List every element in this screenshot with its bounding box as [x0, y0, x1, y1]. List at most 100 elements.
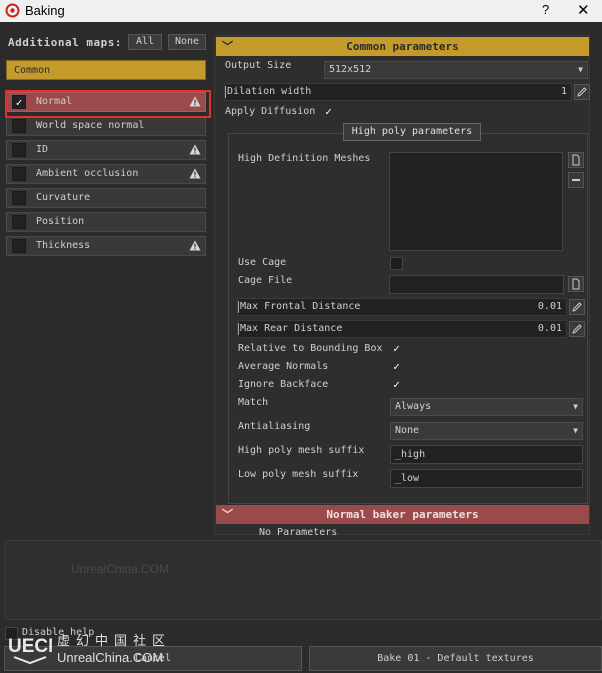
match-dropdown[interactable]: Always ▼ [390, 398, 583, 416]
dilation-width-value: 1 [560, 86, 567, 97]
high-def-meshes-label: High Definition Meshes [238, 153, 371, 164]
high-suffix-field[interactable]: _high [390, 445, 583, 464]
use-cage-checkbox[interactable] [390, 257, 403, 270]
app-logo-icon [5, 3, 20, 18]
map-checkbox[interactable] [12, 119, 26, 133]
maps-panel: Additional maps: All None Common ✓ Normal… [0, 22, 212, 537]
cage-file-label: Cage File [238, 275, 293, 286]
match-value: Always [395, 401, 432, 412]
common-item[interactable]: Common [6, 60, 206, 80]
pencil-icon [572, 324, 582, 334]
edit-max-frontal-button[interactable] [569, 299, 585, 315]
map-checkbox[interactable] [12, 239, 26, 253]
additional-maps-label: Additional maps: [8, 36, 122, 49]
map-item[interactable]: Curvature [6, 188, 206, 208]
browse-cage-button[interactable] [568, 276, 584, 292]
antialiasing-dropdown[interactable]: None ▼ [390, 422, 583, 440]
map-item-label: Position [36, 216, 85, 227]
high-suffix-label: High poly mesh suffix [238, 445, 365, 456]
apply-diffusion-label: Apply Diffusion [225, 106, 316, 117]
low-suffix-label: Low poly mesh suffix [238, 469, 359, 480]
warning-icon [189, 168, 201, 179]
slider-handle[interactable] [225, 86, 226, 98]
antialiasing-label: Antialiasing [238, 421, 311, 432]
tab-high-poly-parameters[interactable]: High poly parameters [343, 123, 481, 141]
map-item[interactable]: World space normal [6, 116, 206, 136]
warning-icon [189, 240, 201, 251]
highlight-annotation [5, 90, 211, 118]
dilation-width-slider[interactable]: Dilation width 1 [224, 83, 572, 101]
map-checkbox[interactable] [12, 143, 26, 157]
file-icon [572, 154, 580, 166]
map-item-label: Curvature [36, 192, 91, 203]
file-icon [572, 278, 580, 290]
map-checkbox[interactable] [12, 167, 26, 181]
remove-mesh-button[interactable] [568, 172, 584, 188]
watermark-logo-en: UnrealChina.COM [57, 650, 164, 665]
add-mesh-button[interactable] [568, 152, 584, 168]
relative-bbox-checkbox[interactable]: ✓ [390, 343, 403, 356]
output-size-label: Output Size [225, 60, 292, 71]
edit-dilation-button[interactable] [574, 84, 590, 100]
max-rear-distance-slider[interactable]: Max Rear Distance 0.01 [237, 320, 567, 338]
high-def-meshes-list[interactable] [389, 152, 563, 251]
map-item[interactable]: ID [6, 140, 206, 160]
normal-baker-header[interactable]: ﹀ Normal baker parameters [216, 505, 589, 524]
max-frontal-distance-slider[interactable]: Max Frontal Distance 0.01 [237, 298, 567, 316]
dilation-width-label: Dilation width [227, 86, 312, 97]
dropdown-arrow-icon: ▼ [573, 402, 578, 411]
average-normals-checkbox[interactable]: ✓ [390, 361, 403, 374]
dropdown-arrow-icon: ▼ [573, 426, 578, 435]
ignore-backface-label: Ignore Backface [238, 379, 329, 390]
map-item-label: World space normal [36, 120, 145, 131]
bake-button[interactable]: Bake 01 - Default textures [309, 646, 602, 671]
pencil-icon [577, 87, 587, 97]
average-normals-label: Average Normals [238, 361, 329, 372]
map-item[interactable]: Ambient occlusion [6, 164, 206, 184]
map-item[interactable]: Thickness [6, 236, 206, 256]
map-checkbox[interactable] [12, 191, 26, 205]
pencil-icon [572, 302, 582, 312]
map-item[interactable]: Position [6, 212, 206, 232]
scrollbar[interactable] [592, 35, 602, 535]
watermark-logo-cn: 虚幻中国社区 [57, 634, 172, 649]
watermark-text: UnrealChina.COM [71, 562, 170, 576]
common-parameters-title: Common parameters [346, 40, 459, 53]
no-parameters-label: No Parameters [259, 527, 338, 535]
window-title: Baking [25, 3, 65, 18]
select-none-button[interactable]: None [168, 34, 206, 50]
help-button[interactable]: ? [542, 2, 549, 17]
title-bar: Baking ? ✕ [0, 0, 602, 22]
dropdown-arrow-icon: ▼ [578, 65, 583, 74]
watermark-logo: UECN [8, 636, 52, 665]
max-rear-distance-label: Max Rear Distance [240, 323, 343, 334]
max-frontal-distance-value: 0.01 [537, 301, 562, 312]
normal-baker-title: Normal baker parameters [326, 508, 479, 521]
select-all-button[interactable]: All [128, 34, 162, 50]
help-area: UnrealChina.COM [4, 540, 602, 620]
output-size-dropdown[interactable]: 512x512 ▼ [324, 61, 588, 79]
edit-max-rear-button[interactable] [569, 321, 585, 337]
slider-handle[interactable] [238, 301, 239, 313]
output-size-value: 512x512 [329, 64, 372, 75]
slider-handle[interactable] [238, 323, 239, 335]
relative-bbox-label: Relative to Bounding Box [238, 343, 383, 354]
chevron-down-icon: ﹀ [222, 508, 233, 521]
max-rear-distance-value: 0.01 [537, 323, 562, 334]
watermark-logo-text: UECN [8, 636, 52, 657]
map-item-label: Thickness [36, 240, 91, 251]
map-checkbox[interactable] [12, 215, 26, 229]
common-parameters-header[interactable]: ﹀ Common parameters [216, 37, 589, 56]
cage-file-field[interactable] [389, 275, 564, 294]
map-item-label: ID [36, 144, 49, 155]
map-item-label: Ambient occlusion [36, 168, 139, 179]
close-button[interactable]: ✕ [577, 1, 590, 19]
antialiasing-value: None [395, 425, 420, 436]
chevron-down-icon: ﹀ [222, 40, 233, 53]
minus-icon [572, 179, 580, 181]
low-suffix-field[interactable]: _low [390, 469, 583, 488]
ignore-backface-checkbox[interactable]: ✓ [390, 379, 403, 392]
apply-diffusion-checkbox[interactable]: ✓ [322, 106, 335, 119]
max-frontal-distance-label: Max Frontal Distance [240, 301, 361, 312]
match-label: Match [238, 397, 269, 408]
